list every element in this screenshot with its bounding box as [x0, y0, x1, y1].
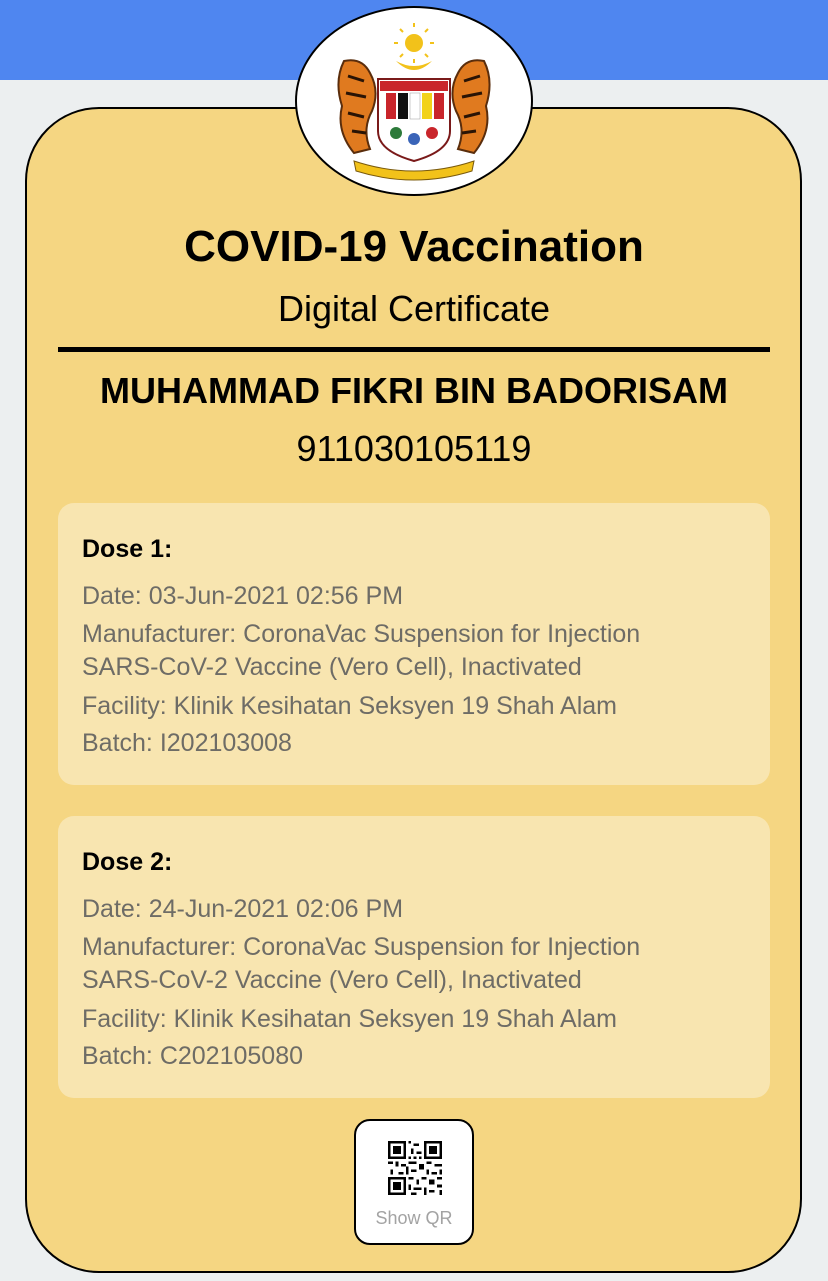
show-qr-label: Show QR	[375, 1208, 453, 1228]
holder-id-number: 911030105119	[296, 428, 532, 469]
dose-manufacturer-line2: SARS-CoV-2 Vaccine (Vero Cell), Inactiva…	[82, 653, 582, 681]
dose-manufacturer-line1: Manufacturer: CoronaVac Suspension for I…	[82, 620, 641, 648]
dose-facility: Facility: Klinik Kesihatan Seksyen 19 Sh…	[82, 1005, 617, 1033]
certificate-subtitle: Digital Certificate	[277, 288, 551, 329]
dose-panel-2: Dose 2: Date: 24-Jun-2021 02:06 PM Manuf…	[58, 816, 770, 1098]
divider	[58, 347, 770, 352]
malaysia-coat-of-arms-icon	[337, 23, 491, 181]
qr-code-icon	[388, 1141, 442, 1195]
dose-batch: Batch: C202105080	[82, 1042, 304, 1070]
certificate-title: COVID-19 Vaccination	[184, 222, 644, 271]
dose-date: Date: 03-Jun-2021 02:56 PM	[82, 582, 404, 610]
dose-date: Date: 24-Jun-2021 02:06 PM	[82, 895, 404, 923]
dose-batch: Batch: I202103008	[82, 729, 292, 757]
dose-facility: Facility: Klinik Kesihatan Seksyen 19 Sh…	[82, 692, 617, 720]
dose-title: Dose 2:	[82, 848, 173, 876]
dose-panel-1: Dose 1: Date: 03-Jun-2021 02:56 PM Manuf…	[58, 503, 770, 785]
holder-name: MUHAMMAD FIKRI BIN BADORISAM	[100, 370, 728, 411]
dose-manufacturer-line2: SARS-CoV-2 Vaccine (Vero Cell), Inactiva…	[82, 966, 582, 994]
show-qr-button[interactable]: Show QR	[354, 1119, 474, 1245]
dose-title: Dose 1:	[82, 535, 173, 563]
emblem-badge	[295, 6, 533, 196]
dose-manufacturer-line1: Manufacturer: CoronaVac Suspension for I…	[82, 933, 641, 961]
